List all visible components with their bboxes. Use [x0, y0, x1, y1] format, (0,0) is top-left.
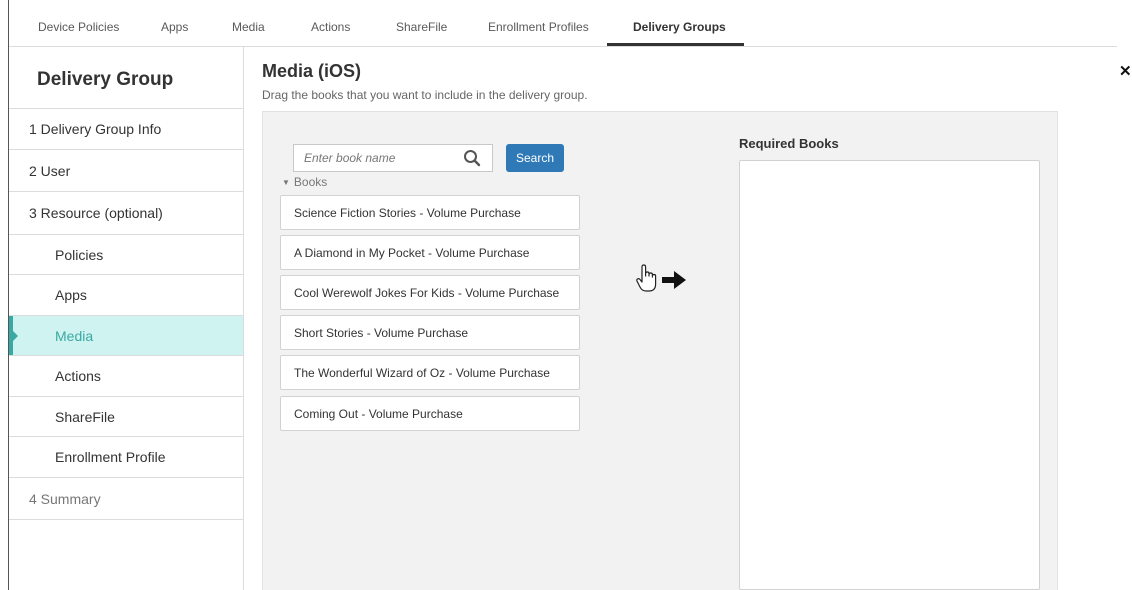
book-title: Coming Out - Volume Purchase: [294, 407, 463, 421]
sidebar-item-sharefile[interactable]: ShareFile: [9, 397, 243, 437]
arrow-right-icon: [662, 271, 686, 289]
tab-actions[interactable]: Actions: [311, 20, 350, 34]
sidebar-item-label: 2 User: [29, 162, 71, 179]
book-item[interactable]: Science Fiction Stories - Volume Purchas…: [280, 195, 580, 230]
sidebar-item-resource[interactable]: 3 Resource (optional): [9, 192, 243, 235]
book-title: The Wonderful Wizard of Oz - Volume Purc…: [294, 366, 550, 380]
sidebar-item-label: Apps: [55, 287, 87, 303]
sidebar-item-label: 3 Resource (optional): [29, 205, 163, 221]
active-tab-indicator: [607, 43, 744, 46]
books-group-label: Books: [293, 175, 328, 189]
required-books-dropzone[interactable]: [739, 160, 1040, 590]
sidebar-item-delivery-group-info[interactable]: 1 Delivery Group Info: [9, 109, 243, 150]
book-title: Cool Werewolf Jokes For Kids - Volume Pu…: [294, 286, 560, 300]
search-input[interactable]: [304, 149, 454, 167]
sidebar-item-label: 1 Delivery Group Info: [29, 121, 162, 137]
required-books-label: Required Books: [739, 136, 839, 151]
book-item[interactable]: The Wonderful Wizard of Oz - Volume Purc…: [280, 355, 580, 390]
search-button[interactable]: Search: [506, 144, 564, 172]
book-item[interactable]: A Diamond in My Pocket - Volume Purchase: [280, 235, 580, 270]
book-item[interactable]: Coming Out - Volume Purchase: [280, 396, 580, 431]
tab-delivery-groups[interactable]: Delivery Groups: [633, 20, 726, 34]
close-icon[interactable]: ✕: [1119, 62, 1132, 80]
sidebar-item-apps[interactable]: Apps: [9, 275, 243, 316]
sidebar-item-label: Enrollment Profile: [55, 449, 166, 465]
sidebar: Delivery Group 1 Delivery Group Info 2 U…: [9, 47, 244, 590]
book-title: Science Fiction Stories - Volume Purchas…: [294, 206, 521, 220]
search-icon[interactable]: [463, 149, 481, 172]
sidebar-title-block: Delivery Group: [9, 47, 243, 109]
sidebar-item-actions[interactable]: Actions: [9, 356, 243, 397]
sidebar-item-label: Actions: [55, 368, 101, 384]
book-item[interactable]: Cool Werewolf Jokes For Kids - Volume Pu…: [280, 275, 580, 310]
book-title: Short Stories - Volume Purchase: [294, 326, 469, 340]
sidebar-item-user[interactable]: 2 User: [9, 150, 243, 192]
sidebar-item-policies[interactable]: Policies: [9, 235, 243, 275]
book-item[interactable]: Short Stories - Volume Purchase: [280, 315, 580, 350]
sidebar-item-summary[interactable]: 4 Summary: [9, 478, 243, 520]
tab-enrollment-profiles[interactable]: Enrollment Profiles: [488, 20, 589, 34]
tab-media[interactable]: Media: [232, 20, 265, 34]
sidebar-item-enrollment-profile[interactable]: Enrollment Profile: [9, 437, 243, 478]
active-item-notch: [13, 330, 18, 341]
sidebar-item-media[interactable]: Media: [9, 316, 243, 356]
page-subtitle: Drag the books that you want to include …: [262, 88, 588, 102]
sidebar-title: Delivery Group: [37, 69, 174, 90]
tab-sharefile[interactable]: ShareFile: [396, 20, 447, 34]
search-box: [293, 144, 493, 172]
page-title: Media (iOS): [262, 61, 362, 81]
tab-device-policies[interactable]: Device Policies: [38, 20, 119, 34]
tab-apps[interactable]: Apps: [161, 20, 188, 34]
sidebar-item-label: Media: [55, 327, 94, 344]
triangle-down-icon: ▼: [282, 178, 290, 187]
sidebar-item-label: Policies: [55, 246, 104, 263]
sidebar-item-label: ShareFile: [55, 408, 115, 425]
sidebar-item-label: 4 Summary: [29, 490, 101, 507]
drag-hint: [636, 264, 690, 301]
books-group-toggle[interactable]: ▼ Books: [282, 175, 327, 189]
book-title: A Diamond in My Pocket - Volume Purchase: [294, 246, 530, 260]
hand-pointer-icon: [636, 264, 657, 292]
